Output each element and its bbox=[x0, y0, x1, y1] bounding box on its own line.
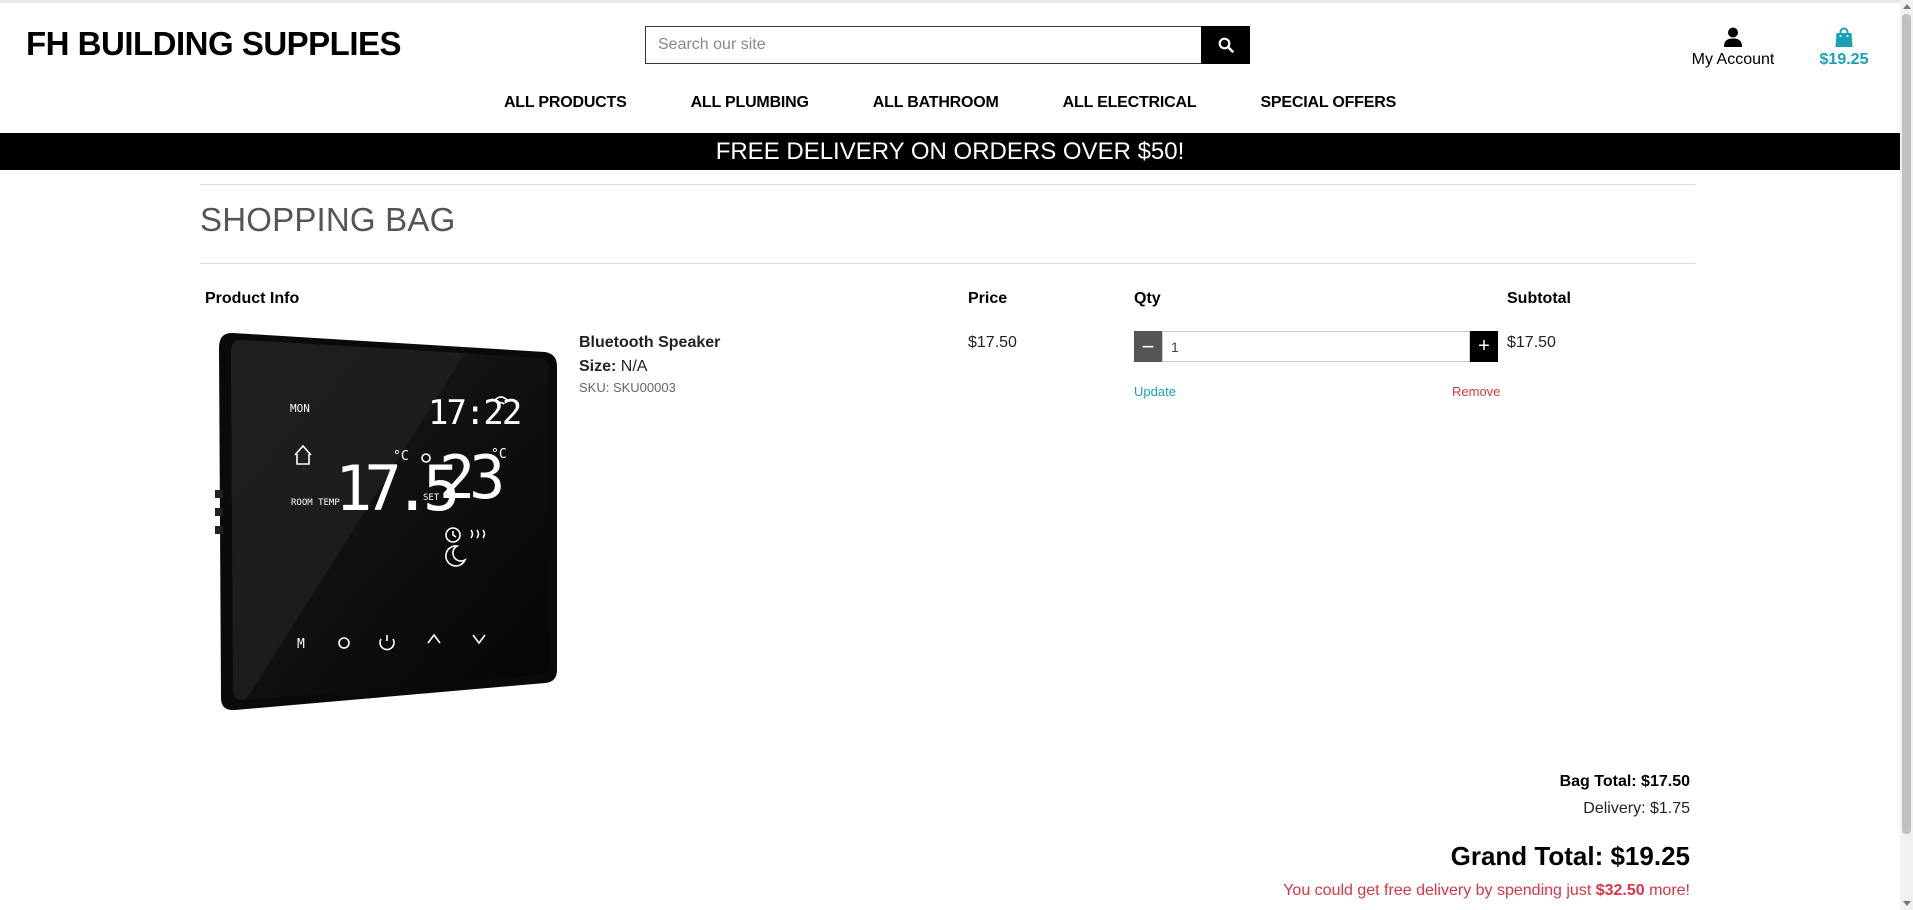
search-icon bbox=[1218, 37, 1234, 53]
thermostat-m-button: M bbox=[297, 637, 305, 652]
quantity-stepper: − + bbox=[1134, 331, 1498, 362]
my-account-label: My Account bbox=[1691, 51, 1775, 68]
user-icon bbox=[1724, 27, 1742, 47]
scroll-down-arrow[interactable] bbox=[1903, 901, 1911, 906]
update-link[interactable]: Update bbox=[1134, 384, 1176, 399]
scrollbar-thumb[interactable] bbox=[1902, 14, 1911, 834]
page-scrollbar[interactable] bbox=[1900, 0, 1913, 910]
search-button[interactable] bbox=[1201, 26, 1250, 64]
header-product-info: Product Info bbox=[205, 290, 300, 307]
delivery-banner: FREE DELIVERY ON ORDERS OVER $50! bbox=[0, 133, 1900, 170]
product-size: Size: N/A bbox=[579, 358, 647, 376]
search-input[interactable] bbox=[645, 26, 1201, 64]
delivery-cost: Delivery: $1.75 bbox=[1583, 800, 1690, 817]
minus-icon: − bbox=[1141, 333, 1155, 359]
header-subtotal: Subtotal bbox=[1507, 290, 1571, 307]
remove-link[interactable]: Remove bbox=[1452, 384, 1500, 399]
main-nav: ALL PRODUCTS ALL PLUMBING ALL BATHROOM A… bbox=[0, 94, 1900, 112]
header-qty: Qty bbox=[1134, 290, 1161, 307]
decrement-qty-button[interactable]: − bbox=[1134, 331, 1162, 362]
nav-all-products[interactable]: ALL PRODUCTS bbox=[472, 94, 659, 112]
brand-logo[interactable]: FH BUILDING SUPPLIES bbox=[26, 25, 402, 63]
thermostat-unit-right: °C bbox=[491, 447, 507, 462]
nav-all-plumbing[interactable]: ALL PLUMBING bbox=[659, 94, 841, 112]
free-delivery-message: You could get free delivery by spending … bbox=[1283, 882, 1690, 900]
product-name: Bluetooth Speaker bbox=[579, 334, 721, 351]
divider bbox=[200, 263, 1695, 264]
thermostat-mon-label: MON bbox=[290, 402, 310, 415]
product-subtotal: $17.50 bbox=[1507, 334, 1556, 351]
free-delivery-suffix: more! bbox=[1644, 882, 1690, 899]
product-sku: SKU: SKU00003 bbox=[579, 380, 676, 395]
bag-total-header: $19.25 bbox=[1819, 51, 1869, 68]
product-size-label: Size: bbox=[579, 358, 617, 375]
grand-total: Grand Total: $19.25 bbox=[1450, 841, 1690, 871]
thermostat-set-label: SET bbox=[423, 493, 440, 503]
shopping-bag-link[interactable]: $19.25 bbox=[1814, 21, 1874, 69]
product-image[interactable]: MON ROOM TEMP 17:22 17.5 °C 23 °C SET M bbox=[215, 330, 558, 710]
thermostat-unit-left: °C bbox=[393, 449, 409, 464]
divider bbox=[200, 184, 1695, 185]
scroll-up-arrow[interactable] bbox=[1903, 4, 1911, 9]
nav-all-electrical[interactable]: ALL ELECTRICAL bbox=[1031, 94, 1229, 112]
search-form bbox=[645, 26, 1250, 64]
bag-total: Bag Total: $17.50 bbox=[1559, 773, 1690, 790]
my-account-link[interactable]: My Account bbox=[1688, 21, 1778, 69]
product-price: $17.50 bbox=[968, 334, 1017, 351]
product-size-value: N/A bbox=[620, 358, 648, 375]
page: FH BUILDING SUPPLIES My Account bbox=[0, 0, 1900, 910]
increment-qty-button[interactable]: + bbox=[1470, 331, 1498, 362]
nav-special-offers[interactable]: SPECIAL OFFERS bbox=[1228, 94, 1428, 112]
free-delivery-prefix: You could get free delivery by spending … bbox=[1283, 882, 1596, 899]
page-title: SHOPPING BAG bbox=[200, 201, 456, 238]
nav-all-bathroom[interactable]: ALL BATHROOM bbox=[841, 94, 1031, 112]
shopping-bag-icon bbox=[1835, 27, 1853, 47]
qty-input[interactable] bbox=[1162, 331, 1470, 362]
header-price: Price bbox=[968, 290, 1008, 307]
thermostat-room-temp-label: ROOM TEMP bbox=[291, 498, 340, 508]
plus-icon: + bbox=[1478, 335, 1490, 357]
free-delivery-amount: $32.50 bbox=[1595, 882, 1645, 899]
